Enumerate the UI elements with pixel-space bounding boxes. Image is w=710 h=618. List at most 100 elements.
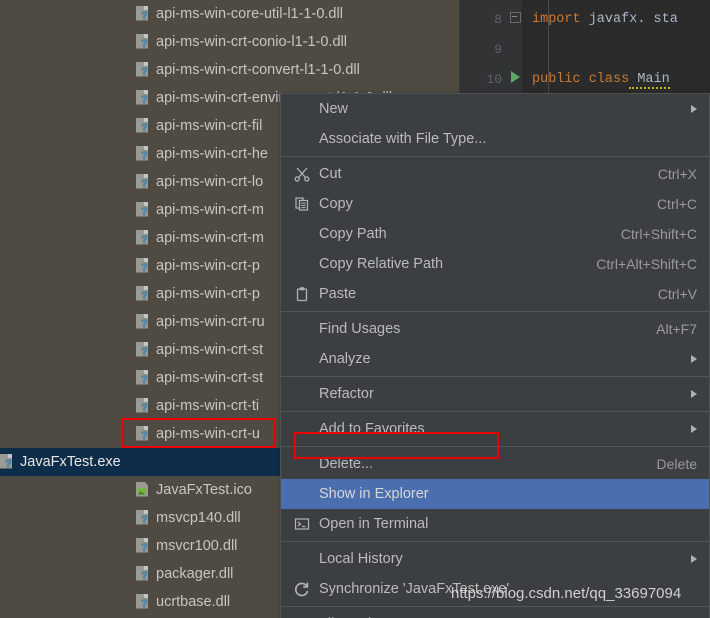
menu-item-file-path[interactable]: File PathCtrl+Alt+F12 xyxy=(281,609,709,618)
menu-icon-placeholder xyxy=(289,420,315,438)
menu-item-show-in-explorer[interactable]: Show in Explorer xyxy=(281,479,709,509)
tree-file-row[interactable]: ? JavaFxTest.exe xyxy=(0,448,324,476)
menu-item-label: Local History xyxy=(319,551,403,567)
menu-separator xyxy=(281,606,709,607)
file-question-icon: ? xyxy=(136,173,151,191)
menu-item-associate-with-file-type[interactable]: Associate with File Type... xyxy=(281,124,709,154)
menu-item-delete[interactable]: Delete... Delete xyxy=(281,449,709,479)
image-file-icon xyxy=(136,481,151,499)
file-question-icon: ? xyxy=(136,145,151,163)
tree-file-label: msvcp140.dll xyxy=(156,510,241,526)
menu-item-cut[interactable]: Cut Ctrl+X xyxy=(281,159,709,189)
file-question-icon: ? xyxy=(136,341,151,359)
file-question-icon: ? xyxy=(136,313,151,331)
tree-file-label: api-ms-win-crt-convert-l1-1-0.dll xyxy=(156,62,360,78)
menu-shortcut: Ctrl+Shift+C xyxy=(620,226,697,242)
menu-icon-placeholder xyxy=(289,130,315,148)
code-line: 9 xyxy=(460,35,710,63)
code-identifier: Main xyxy=(629,71,670,89)
menu-item-local-history[interactable]: Local History xyxy=(281,544,709,574)
tree-file-row[interactable]: ? api-ms-win-core-util-l1-1-0.dll xyxy=(0,0,460,28)
menu-icon-placeholder xyxy=(289,455,315,473)
menu-item-add-to-favorites[interactable]: Add to Favorites xyxy=(281,414,709,444)
menu-icon-placeholder xyxy=(289,550,315,568)
menu-shortcut: Ctrl+Alt+Shift+C xyxy=(596,256,697,272)
menu-item-copy-path[interactable]: Copy Path Ctrl+Shift+C xyxy=(281,219,709,249)
file-question-icon: ? xyxy=(136,593,151,611)
code-text: public class Main xyxy=(528,71,710,89)
code-fold-icon[interactable] xyxy=(509,12,521,23)
tree-file-row[interactable]: ? api-ms-win-crt-convert-l1-1-0.dll xyxy=(0,56,460,84)
tree-file-label: JavaFxTest.exe xyxy=(20,454,121,470)
line-number: 8 xyxy=(494,11,502,27)
tree-file-label: JavaFxTest.ico xyxy=(156,482,252,498)
chevron-right-icon xyxy=(691,355,697,363)
file-question-icon: ? xyxy=(136,117,151,135)
menu-separator xyxy=(281,541,709,542)
tree-file-label: api-ms-win-crt-he xyxy=(156,146,268,162)
tree-file-label: api-ms-win-crt-m xyxy=(156,202,264,218)
menu-item-open-in-terminal[interactable]: Open in Terminal xyxy=(281,509,709,539)
tree-file-label: api-ms-win-crt-ti xyxy=(156,398,260,414)
file-question-icon: ? xyxy=(136,33,151,51)
chevron-right-icon xyxy=(691,425,697,433)
menu-item-copy-relative-path[interactable]: Copy Relative Path Ctrl+Alt+Shift+C xyxy=(281,249,709,279)
gutter-mark xyxy=(502,70,528,88)
line-number: 9 xyxy=(494,41,502,57)
file-question-icon: ? xyxy=(0,453,15,471)
file-context-menu[interactable]: New Associate with File Type... Cut Ctrl+X C… xyxy=(280,93,710,618)
menu-item-label: Paste xyxy=(319,286,357,302)
menu-separator xyxy=(281,156,709,157)
menu-item-paste[interactable]: Paste Ctrl+V xyxy=(281,279,709,309)
run-arrow-icon[interactable] xyxy=(510,70,520,83)
menu-item-label: Show in Explorer xyxy=(319,486,429,502)
chevron-right-icon xyxy=(691,105,697,113)
file-question-icon: ? xyxy=(136,229,151,247)
menu-item-find-usages[interactable]: Find Usages Alt+F7 xyxy=(281,314,709,344)
tree-file-label: packager.dll xyxy=(156,566,234,582)
menu-icon-placeholder xyxy=(289,320,315,338)
menu-item-label: Copy Path xyxy=(319,226,387,242)
tree-file-label: api-ms-win-crt-st xyxy=(156,342,264,358)
menu-item-label: Copy xyxy=(319,196,353,212)
tree-file-label: api-ms-win-crt-conio-l1-1-0.dll xyxy=(156,34,347,50)
menu-icon-placeholder xyxy=(289,255,315,273)
tree-file-label: api-ms-win-crt-lo xyxy=(156,174,264,190)
menu-item-label: Copy Relative Path xyxy=(319,256,444,272)
tree-file-label: ucrtbase.dll xyxy=(156,594,231,610)
file-question-icon: ? xyxy=(136,61,151,79)
file-question-icon: ? xyxy=(136,369,151,387)
tree-file-label: api-ms-win-crt-u xyxy=(156,426,260,442)
tree-file-label: api-ms-win-crt-fil xyxy=(156,118,263,134)
menu-item-label: Delete... xyxy=(319,456,373,472)
menu-item-new[interactable]: New xyxy=(281,94,709,124)
chevron-right-icon xyxy=(691,555,697,563)
tree-file-label: api-ms-win-crt-p xyxy=(156,286,260,302)
file-question-icon: ? xyxy=(136,565,151,583)
menu-icon-placeholder xyxy=(289,100,315,118)
code-identifier: javafx. sta xyxy=(580,11,678,27)
file-question-icon: ? xyxy=(136,89,151,107)
file-question-icon: ? xyxy=(136,425,151,443)
file-question-icon: ? xyxy=(136,537,151,555)
menu-item-analyze[interactable]: Analyze xyxy=(281,344,709,374)
file-question-icon: ? xyxy=(136,285,151,303)
menu-item-refactor[interactable]: Refactor xyxy=(281,379,709,409)
tree-file-label: api-ms-win-crt-m xyxy=(156,230,264,246)
menu-item-label: Cut xyxy=(319,166,342,182)
menu-shortcut: Alt+F7 xyxy=(656,321,697,337)
menu-shortcut: Delete xyxy=(656,456,697,472)
tree-file-row[interactable]: ? api-ms-win-crt-conio-l1-1-0.dll xyxy=(0,28,460,56)
code-text: import javafx. sta xyxy=(528,12,710,27)
file-question-icon: ? xyxy=(136,5,151,23)
sync-icon xyxy=(289,580,315,598)
menu-separator xyxy=(281,311,709,312)
tree-file-label: api-ms-win-core-util-l1-1-0.dll xyxy=(156,6,343,22)
menu-item-copy[interactable]: Copy Ctrl+C xyxy=(281,189,709,219)
tree-file-label: api-ms-win-crt-st xyxy=(156,370,264,386)
menu-item-label: Analyze xyxy=(319,351,371,367)
menu-separator xyxy=(281,446,709,447)
file-question-icon: ? xyxy=(136,397,151,415)
code-editor[interactable]: 8 import javafx. sta 9 10 public class Main xyxy=(459,0,710,95)
menu-item-label: New xyxy=(319,101,349,117)
